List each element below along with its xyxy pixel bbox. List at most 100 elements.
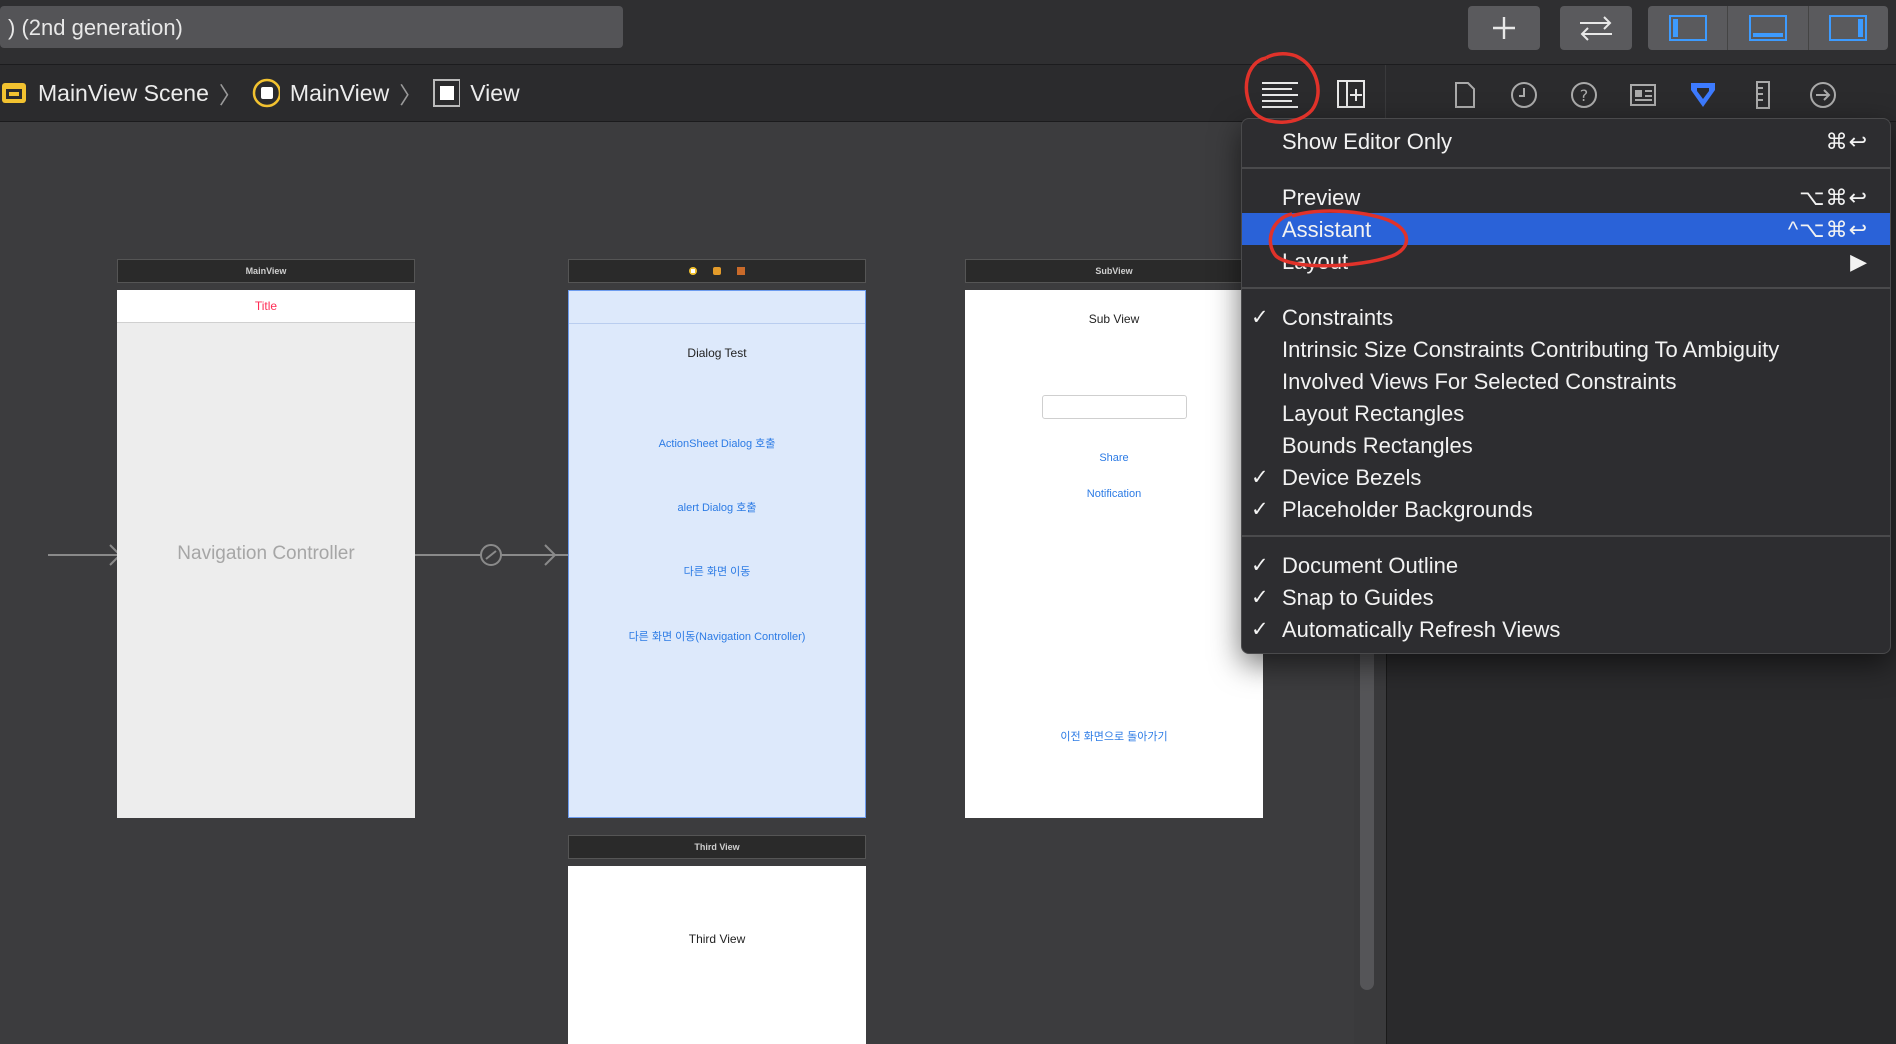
code-review-button[interactable]: [1560, 6, 1632, 50]
third-view-heading: Third View: [688, 932, 746, 946]
menu-item-shortcut: ⌥⌘↩: [1799, 185, 1868, 210]
annotation-circle-editor-options: [1244, 52, 1320, 124]
scene-title: MainView: [245, 266, 287, 276]
back-button[interactable]: 이전 화면으로 돌아가기: [965, 728, 1263, 744]
nav-title: Title: [254, 299, 278, 313]
checkmark-icon: ✓: [1251, 554, 1269, 577]
menu-item-auto-refresh-views[interactable]: ✓ Automatically Refresh Views: [1242, 613, 1890, 645]
canvas-scrollbar[interactable]: [1360, 640, 1374, 990]
menu-item-label: Document Outline: [1282, 553, 1459, 578]
toggle-navigator-button[interactable]: [1648, 6, 1729, 50]
debug-area-icon: [1748, 15, 1787, 41]
scene-title: SubView: [1095, 266, 1133, 276]
navigation-bar: Title: [117, 290, 415, 323]
plus-icon: [1493, 17, 1515, 39]
sub-view-heading: Sub View: [1088, 312, 1140, 326]
scheme-device-selector[interactable]: ) (2nd generation): [0, 6, 623, 48]
other-screen-button[interactable]: 다른 화면 이동: [569, 563, 865, 579]
menu-item-shortcut: ⌘↩: [1825, 129, 1868, 154]
scene-icon: [0, 79, 28, 107]
menu-item-label: Automatically Refresh Views: [1282, 617, 1561, 642]
menu-item-label: Placeholder Backgrounds: [1282, 497, 1533, 522]
chevron-right-icon: 〉: [399, 82, 423, 108]
connections-inspector-icon[interactable]: [1808, 80, 1838, 110]
toggle-inspector-button[interactable]: [1809, 6, 1888, 50]
alert-dialog-button[interactable]: alert Dialog 호출: [569, 499, 865, 515]
checkmark-icon: ✓: [1251, 618, 1269, 641]
menu-item-snap-to-guides[interactable]: ✓ Snap to Guides: [1242, 581, 1890, 613]
history-icon[interactable]: [1509, 80, 1539, 110]
scene-title-bar[interactable]: MainView: [117, 259, 415, 283]
add-editor-button[interactable]: [1336, 79, 1366, 109]
inspector-panel-icon: [1829, 15, 1868, 41]
share-button[interactable]: Share: [965, 452, 1263, 464]
menu-item-label: Show Editor Only: [1282, 129, 1452, 154]
svg-text:?: ?: [1580, 86, 1589, 105]
crumb-mainview[interactable]: MainView: [252, 78, 390, 108]
subview-scene[interactable]: Sub View Share Notification 이전 화면으로 돌아가기: [965, 290, 1263, 818]
navigation-controller-scene[interactable]: Title Navigation Controller: [117, 290, 415, 818]
file-inspector-icon[interactable]: [1450, 80, 1480, 110]
menu-item-label: Involved Views For Selected Constraints: [1282, 369, 1677, 394]
crumb-mainview-scene[interactable]: MainView Scene: [0, 79, 209, 107]
crumb-label: View: [470, 79, 520, 106]
checkmark-icon: ✓: [1251, 306, 1269, 329]
identity-inspector-icon[interactable]: [1628, 80, 1658, 110]
menu-item-label: Intrinsic Size Constraints Contributing …: [1282, 337, 1780, 362]
arrows-left-right-icon: [1580, 16, 1612, 41]
menu-item-label: Snap to Guides: [1282, 585, 1434, 610]
add-editor-icon: [1337, 80, 1365, 108]
menu-item-device-bezels[interactable]: ✓ Device Bezels: [1242, 461, 1890, 493]
add-library-button[interactable]: [1468, 6, 1540, 50]
menu-item-label: Layout Rectangles: [1282, 401, 1465, 426]
crumb-label: MainView: [289, 79, 390, 106]
menu-item-involved-views[interactable]: Involved Views For Selected Constraints: [1242, 365, 1890, 397]
menu-separator: [1242, 287, 1890, 289]
first-responder-icon: [713, 267, 721, 275]
view-icon: [432, 79, 461, 107]
checkmark-icon: ✓: [1251, 586, 1269, 609]
exit-icon: [737, 267, 745, 275]
text-field[interactable]: [1042, 395, 1187, 419]
menu-item-shortcut: ^⌥⌘↩: [1787, 217, 1868, 242]
menu-item-show-editor-only[interactable]: Show Editor Only ⌘↩: [1242, 125, 1890, 157]
menu-item-layout-rectangles[interactable]: Layout Rectangles: [1242, 397, 1890, 429]
view-controller-icon: [689, 267, 697, 275]
menu-item-bounds-rectangles[interactable]: Bounds Rectangles: [1242, 429, 1890, 461]
menu-item-label: Constraints: [1282, 305, 1394, 330]
size-inspector-icon[interactable]: [1748, 80, 1778, 110]
crumb-label: MainView Scene: [38, 79, 209, 106]
menu-item-placeholder-backgrounds[interactable]: ✓ Placeholder Backgrounds: [1242, 493, 1890, 525]
menu-separator: [1242, 167, 1890, 169]
scene-title-bar[interactable]: Third View: [568, 835, 866, 859]
dialog-test-scene[interactable]: Dialog Test ActionSheet Dialog 호출 alert …: [568, 290, 866, 818]
view-controller-icon: [252, 78, 280, 108]
scene-title-bar[interactable]: [568, 259, 866, 283]
annotation-circle-assistant: [1268, 209, 1409, 268]
attributes-inspector-icon[interactable]: [1688, 80, 1718, 110]
crumb-view[interactable]: View: [432, 79, 520, 107]
panel-toggle-group: [1648, 6, 1888, 50]
navigation-bar: [569, 291, 865, 324]
other-screen-nav-button[interactable]: 다른 화면 이동(Navigation Controller): [569, 628, 865, 644]
third-view-scene[interactable]: Third View: [568, 866, 866, 1044]
toggle-debug-area-button[interactable]: [1728, 6, 1809, 50]
menu-item-intrinsic-size[interactable]: Intrinsic Size Constraints Contributing …: [1242, 333, 1890, 365]
scene-title-bar[interactable]: SubView: [965, 259, 1263, 283]
toolbar: ) (2nd generation): [0, 0, 1896, 65]
menu-separator: [1242, 535, 1890, 537]
actionsheet-dialog-button[interactable]: ActionSheet Dialog 호출: [569, 435, 865, 451]
navigation-controller-label: Navigation Controller: [177, 543, 355, 564]
submenu-arrow-icon: ▶: [1850, 249, 1868, 274]
quick-help-icon[interactable]: ?: [1569, 80, 1599, 110]
navigator-panel-icon: [1668, 15, 1707, 41]
scene-title: Third View: [694, 842, 740, 852]
menu-item-label: Bounds Rectangles: [1282, 433, 1473, 458]
checkmark-icon: ✓: [1251, 466, 1269, 489]
chevron-right-icon: 〉: [218, 82, 242, 108]
menu-item-document-outline[interactable]: ✓ Document Outline: [1242, 549, 1890, 581]
menu-item-constraints[interactable]: ✓ Constraints: [1242, 301, 1890, 333]
scheme-device-label: ) (2nd generation): [8, 15, 183, 40]
menu-item-label: Device Bezels: [1282, 465, 1422, 490]
notification-button[interactable]: Notification: [965, 488, 1263, 500]
